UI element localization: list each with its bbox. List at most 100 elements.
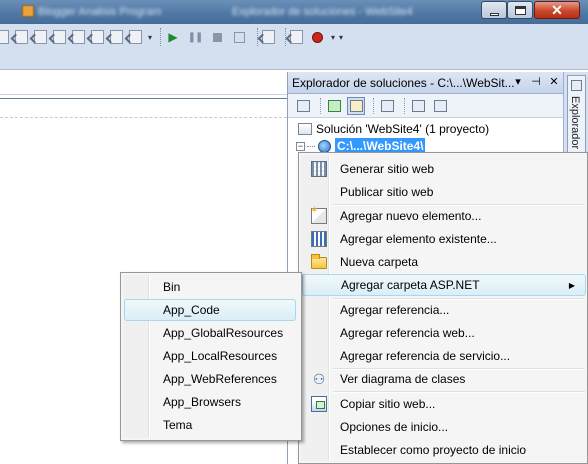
asp-config-icon <box>433 99 447 112</box>
nest-files-icon <box>349 99 363 112</box>
tree-node-solution[interactable]: Solución 'WebSite4' (1 proyecto) <box>298 120 489 138</box>
submenu-item-tema[interactable]: Tema <box>124 414 296 436</box>
menu-item-label: Opciones de inicio... <box>340 420 449 434</box>
breakpoint-dropdown-icon[interactable]: ▾ <box>331 33 335 42</box>
properties-button[interactable] <box>294 97 312 115</box>
indent-icon[interactable] <box>15 30 28 44</box>
explorer-tab-icon <box>571 80 582 91</box>
menu-item-label: Agregar nuevo elemento... <box>340 209 482 223</box>
menu-item-label: Nueva carpeta <box>340 255 419 269</box>
window-title: Blogger Analisis Program <box>38 6 162 18</box>
play-icon[interactable]: ▶ <box>165 29 181 45</box>
stop-icon <box>212 32 222 42</box>
menu-item-generar-sitio-web[interactable]: Generar sitio web <box>302 158 586 180</box>
window-title-secondary: Explorador de soluciones - WebSite4 <box>232 6 413 18</box>
options-icon[interactable] <box>290 30 304 44</box>
submenu-item-app-webreferences[interactable]: App_WebReferences <box>124 368 296 390</box>
close-button[interactable]: ✕ <box>534 1 580 19</box>
existing-item-icon <box>311 231 327 247</box>
copy-website-icon <box>411 99 425 112</box>
copy-website-button[interactable] <box>409 97 427 115</box>
project-context-menu: Generar sitio web Publicar sitio web Agr… <box>298 152 588 464</box>
breakpoint-button[interactable] <box>309 29 325 45</box>
menu-item-agregar-referencia[interactable]: Agregar referencia... <box>302 299 586 321</box>
submenu-arrow-icon: ▶ <box>568 280 575 290</box>
class-diagram-icon: ⚇ <box>312 371 326 387</box>
menu-item-label: Agregar elemento existente... <box>340 232 497 246</box>
submenu-item-label: App_Code <box>163 303 220 317</box>
pin-icon[interactable]: ⊣ <box>530 75 542 88</box>
properties-icon <box>296 99 310 112</box>
minimize-button[interactable] <box>481 1 507 19</box>
submenu-item-bin[interactable]: Bin <box>124 276 296 298</box>
pause-icon[interactable]: ❚❚ <box>187 29 204 45</box>
menu-item-label: Agregar referencia... <box>340 303 450 317</box>
window-icon[interactable] <box>262 30 276 44</box>
toolbar-overflow-icon[interactable]: ▾ <box>148 33 152 42</box>
side-tab-label: Explorador <box>569 96 581 150</box>
menu-item-establecer-proyecto-inicio[interactable]: Establecer como proyecto de inicio <box>302 439 586 461</box>
document-tab-strip <box>0 72 287 99</box>
submenu-item-app-code[interactable]: App_Code <box>124 299 296 321</box>
outdent-icon[interactable] <box>0 30 9 44</box>
submenu-item-app-localresources[interactable]: App_LocalResources <box>124 345 296 367</box>
refresh-button[interactable] <box>325 97 343 115</box>
submenu-item-label: Tema <box>163 418 193 432</box>
nest-files-button[interactable] <box>347 96 365 115</box>
collapse-icon[interactable]: − <box>296 141 305 151</box>
menu-item-ver-diagrama-clases[interactable]: ⚇ Ver diagrama de clases <box>302 368 586 390</box>
submenu-item-app-globalresources[interactable]: App_GlobalResources <box>124 322 296 344</box>
submenu-item-label: App_Browsers <box>163 395 242 409</box>
solution-explorer-title-bar[interactable]: Explorador de soluciones - C:\...\WebSit… <box>288 72 564 94</box>
document-ruler <box>0 117 287 118</box>
window-title-bar: Blogger Analisis Program Explorador de s… <box>0 0 588 24</box>
class-view-button[interactable] <box>378 97 396 115</box>
bookmark-icon[interactable] <box>72 30 85 44</box>
submenu-item-label: App_WebReferences <box>163 372 277 386</box>
copy-website-icon <box>311 396 327 412</box>
toolbar-overflow-icon-2[interactable]: ▾ <box>339 33 343 42</box>
solution-explorer-title-buttons: ▾ ⊣ ✕ <box>512 75 560 88</box>
aspnet-folder-submenu: Bin App_Code App_GlobalResources App_Loc… <box>120 272 302 441</box>
close-icon: ✕ <box>551 2 563 18</box>
submenu-item-label: App_LocalResources <box>163 349 278 363</box>
menu-item-agregar-referencia-servicio[interactable]: Agregar referencia de servicio... <box>302 345 586 367</box>
menu-item-agregar-referencia-web[interactable]: Agregar referencia web... <box>302 322 586 344</box>
toolbar-separator <box>160 28 162 46</box>
panel-close-icon[interactable]: ✕ <box>548 75 560 88</box>
step-button[interactable] <box>231 29 247 45</box>
toolbar-row: ▾ ▶ ❚❚ ▾ ▾ <box>0 26 350 48</box>
new-item-icon <box>310 205 327 224</box>
menu-item-label: Establecer como proyecto de inicio <box>340 443 527 457</box>
menu-item-nueva-carpeta[interactable]: Nueva carpeta <box>302 251 586 273</box>
menu-item-label: Generar sitio web <box>340 162 435 176</box>
submenu-item-label: Bin <box>163 280 181 294</box>
tree-node-solution-label: Solución 'WebSite4' (1 proyecto) <box>316 122 490 136</box>
maximize-icon <box>514 5 526 15</box>
se-toolbar-separator <box>320 97 321 114</box>
panel-dropdown-icon[interactable]: ▾ <box>512 75 524 88</box>
solution-explorer-toolbar <box>288 94 564 118</box>
asp-config-button[interactable] <box>431 97 449 115</box>
menu-item-opciones-inicio[interactable]: Opciones de inicio... <box>302 416 586 438</box>
find-icon[interactable] <box>129 30 142 44</box>
bookmark-prev-icon[interactable] <box>91 30 104 44</box>
menu-item-publicar-sitio-web[interactable]: Publicar sitio web <box>302 181 586 203</box>
menu-item-label: Ver diagrama de clases <box>340 372 466 386</box>
comment-icon[interactable] <box>34 30 47 44</box>
solution-icon <box>298 123 312 135</box>
submenu-item-app-browsers[interactable]: App_Browsers <box>124 391 296 413</box>
class-view-icon <box>380 99 394 112</box>
menu-item-label: Agregar carpeta ASP.NET <box>341 278 480 292</box>
uncomment-icon[interactable] <box>53 30 66 44</box>
menu-item-agregar-carpeta-aspnet[interactable]: Agregar carpeta ASP.NET ▶ <box>302 274 586 296</box>
menu-item-agregar-nuevo-elemento[interactable]: Agregar nuevo elemento... <box>302 205 586 227</box>
breakpoint-icon <box>311 31 323 43</box>
bookmark-next-icon[interactable] <box>110 30 123 44</box>
stop-button[interactable] <box>209 29 225 45</box>
refresh-icon <box>327 99 341 112</box>
menu-item-copiar-sitio-web[interactable]: Copiar sitio web... <box>302 393 586 415</box>
minimize-icon <box>489 12 499 16</box>
maximize-button[interactable] <box>507 1 533 19</box>
menu-item-agregar-elemento-existente[interactable]: Agregar elemento existente... <box>302 228 586 250</box>
